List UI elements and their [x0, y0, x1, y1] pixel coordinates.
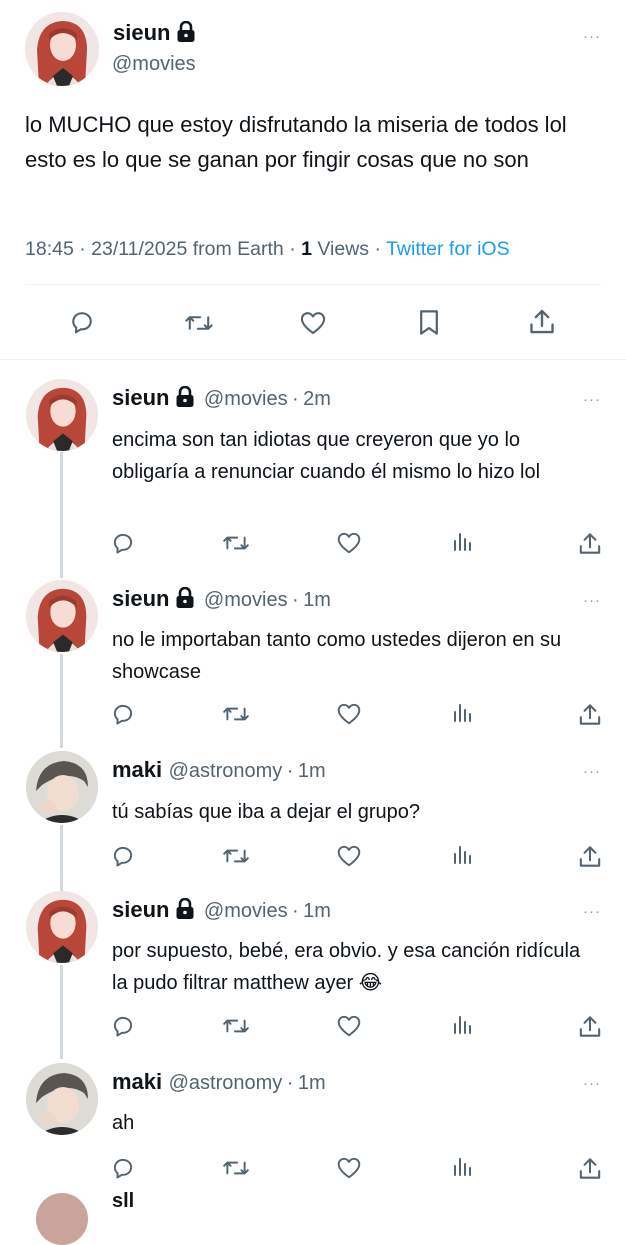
analytics-icon[interactable] [451, 530, 475, 554]
more-options-icon[interactable]: ··· [583, 1076, 601, 1091]
tweet-text: lo MUCHO que estoy disfrutando la miseri… [25, 112, 567, 172]
tweet-time[interactable]: 18:45 [25, 238, 74, 260]
reply-time[interactable]: 2m [303, 388, 331, 410]
reply-text: ah [112, 1112, 135, 1134]
reply-author-handle[interactable]: @movies [204, 589, 288, 611]
retweet-icon[interactable] [222, 1013, 250, 1039]
share-icon[interactable] [577, 843, 603, 870]
views-count[interactable]: 1 [301, 238, 312, 260]
share-icon[interactable] [577, 1013, 603, 1040]
avatar[interactable] [26, 891, 98, 963]
more-options-icon[interactable]: ··· [583, 392, 601, 407]
reply-icon[interactable] [110, 1013, 136, 1039]
reply-author-handle[interactable]: @movies [204, 900, 288, 922]
reply-icon[interactable] [110, 701, 136, 727]
lock-icon [175, 897, 195, 925]
reply-icon[interactable] [68, 308, 96, 336]
lock-icon [175, 586, 195, 614]
thread-line [60, 654, 63, 748]
analytics-icon[interactable] [451, 843, 475, 867]
avatar[interactable] [25, 12, 99, 86]
divider [0, 359, 626, 360]
more-options-icon[interactable]: ··· [583, 904, 601, 919]
reply-author-name[interactable]: sll [112, 1190, 134, 1213]
reply-icon[interactable] [110, 843, 136, 869]
retweet-icon[interactable] [222, 1155, 250, 1181]
author-handle[interactable]: @movies [112, 53, 196, 76]
like-icon[interactable] [336, 1013, 362, 1038]
avatar[interactable] [36, 1193, 88, 1245]
reply-author-name[interactable]: sieun [112, 385, 169, 410]
reply-time[interactable]: 1m [303, 900, 331, 922]
reply-time[interactable]: 1m [298, 760, 326, 782]
author-name-row: sieun [113, 20, 196, 48]
retweet-icon[interactable] [222, 843, 250, 869]
reply-icon[interactable] [110, 530, 136, 556]
avatar[interactable] [26, 379, 98, 451]
reply-header: maki @astronomy · 1m [112, 757, 326, 782]
reply-author-handle[interactable]: @astronomy [169, 1072, 283, 1094]
share-icon[interactable] [577, 701, 603, 728]
lock-icon [176, 20, 196, 48]
reply-text: encima son tan idiotas que creyeron que … [112, 429, 541, 483]
reply-author-handle[interactable]: @movies [204, 388, 288, 410]
like-icon[interactable] [336, 701, 362, 726]
reply-time[interactable]: 1m [298, 1072, 326, 1094]
bookmark-icon[interactable] [416, 308, 442, 337]
thread-line [60, 965, 63, 1059]
share-icon[interactable] [527, 306, 557, 337]
reply-time[interactable]: 1m [303, 589, 331, 611]
author-name[interactable]: sieun [113, 20, 170, 45]
client-link[interactable]: Twitter for iOS [386, 238, 510, 260]
reply-header: sieun @movies · 1m [112, 586, 331, 614]
analytics-icon[interactable] [451, 1013, 475, 1037]
reply-author-name[interactable]: maki [112, 1069, 162, 1094]
lock-icon [175, 385, 195, 413]
reply-header: sieun @movies · 2m [112, 385, 331, 413]
reply-author-name[interactable]: maki [112, 757, 162, 782]
thread-line [60, 825, 63, 891]
reply-author-name[interactable]: sieun [112, 586, 169, 611]
like-icon[interactable] [336, 1155, 362, 1180]
tweet-date[interactable]: 23/11/2025 [91, 238, 187, 260]
reply-author-handle[interactable]: @astronomy [169, 760, 283, 782]
views-label[interactable]: Views [317, 238, 369, 260]
analytics-icon[interactable] [451, 1155, 475, 1179]
reply-text: no le importaban tanto como ustedes dije… [112, 629, 562, 683]
tweet-meta: 18:45 · 23/11/2025 from Earth · 1 Views … [25, 238, 510, 260]
tweet-location: from Earth [192, 238, 284, 260]
avatar[interactable] [26, 580, 98, 652]
like-icon[interactable] [336, 843, 362, 868]
more-options-icon[interactable]: ··· [583, 593, 601, 608]
retweet-icon[interactable] [184, 309, 214, 337]
avatar[interactable] [26, 751, 98, 823]
share-icon[interactable] [577, 530, 603, 557]
avatar[interactable] [26, 1063, 98, 1135]
more-options-icon[interactable]: ··· [583, 29, 601, 44]
retweet-icon[interactable] [222, 530, 250, 556]
reply-text: por supuesto, bebé, era obvio. y esa can… [112, 940, 581, 994]
retweet-icon[interactable] [222, 701, 250, 727]
reply-header: maki @astronomy · 1m [112, 1069, 326, 1094]
like-icon[interactable] [299, 309, 327, 336]
divider [25, 284, 601, 285]
reply-header: sieun @movies · 1m [112, 897, 331, 925]
more-options-icon[interactable]: ··· [583, 764, 601, 779]
reply-icon[interactable] [110, 1155, 136, 1181]
share-icon[interactable] [577, 1155, 603, 1182]
thread-line [60, 452, 63, 578]
like-icon[interactable] [336, 530, 362, 555]
reply-author-name[interactable]: sieun [112, 897, 169, 922]
analytics-icon[interactable] [451, 701, 475, 725]
reply-text: tú sabías que iba a dejar el grupo? [112, 801, 420, 823]
